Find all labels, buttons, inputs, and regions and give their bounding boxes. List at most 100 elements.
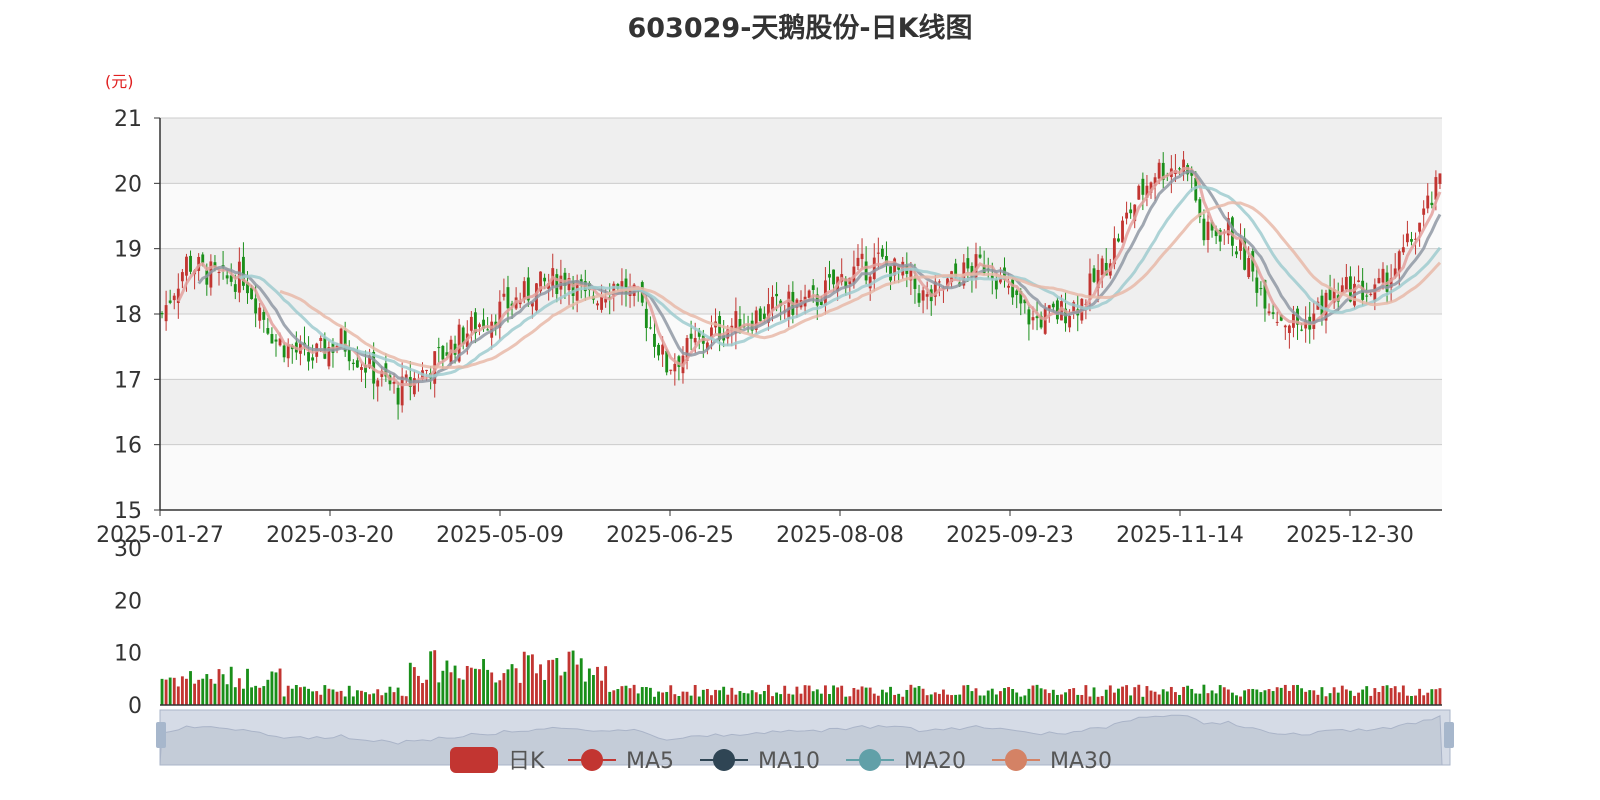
volume-bar	[1365, 686, 1369, 705]
volume-bar	[1267, 689, 1271, 705]
volume-bar	[510, 664, 514, 705]
candle-body	[1438, 173, 1442, 184]
volume-bar	[465, 665, 469, 705]
volume-bar	[360, 690, 363, 705]
volume-bar	[441, 670, 445, 705]
volume-bar	[1381, 685, 1385, 705]
legend-label: MA20	[904, 749, 966, 774]
volume-bar	[233, 687, 237, 705]
candle-body	[355, 360, 359, 368]
volume-bar	[221, 674, 225, 705]
legend-item[interactable]: MA20	[846, 749, 966, 774]
legend-label: 日K	[508, 749, 545, 774]
candle-body	[653, 333, 656, 347]
legend-item[interactable]: MA10	[700, 749, 820, 774]
volume-bar	[974, 688, 978, 705]
volume-bar	[1275, 687, 1279, 705]
volume-bar	[1377, 692, 1381, 705]
volume-bar	[1182, 686, 1185, 705]
volume-bar	[990, 688, 994, 705]
volume-bar	[1121, 686, 1124, 705]
volume-bar	[388, 686, 392, 705]
volume-bar	[771, 696, 774, 705]
volume-bar	[897, 693, 901, 705]
volume-bar	[164, 679, 168, 705]
zoom-handle-right[interactable]	[1444, 722, 1454, 748]
zoom-handle-left[interactable]	[156, 722, 166, 748]
volume-bar	[1410, 696, 1413, 705]
volume-bar	[412, 667, 416, 705]
volume-bar	[913, 687, 917, 705]
volume-bar	[815, 689, 819, 705]
volume-bar	[856, 689, 860, 705]
candle-body	[758, 308, 762, 322]
volume-bar	[1015, 692, 1019, 705]
volume-bar	[1287, 690, 1291, 705]
volume-bar	[1226, 689, 1230, 705]
candle-body	[872, 257, 876, 280]
legend-item[interactable]: MA30	[992, 749, 1112, 774]
volume-bar	[1194, 693, 1198, 705]
volume-bar	[1361, 689, 1365, 705]
volume-bar	[1328, 693, 1332, 705]
candle-body	[522, 281, 526, 300]
candle-body	[189, 255, 192, 272]
volume-bar	[1218, 685, 1222, 705]
volume-bar	[998, 691, 1002, 705]
candle-body	[1283, 325, 1287, 328]
volume-bar	[567, 651, 571, 705]
legend-item[interactable]: 日K	[450, 747, 545, 774]
volume-bar	[311, 691, 315, 705]
volume-bar	[714, 689, 717, 705]
volume-bar	[530, 654, 534, 705]
volume-bar	[1149, 690, 1153, 705]
volume-bar	[787, 693, 791, 705]
candle-body	[1267, 311, 1271, 314]
candle-body	[966, 258, 970, 269]
volume-bar	[921, 688, 925, 705]
volume-bar	[217, 669, 221, 705]
volume-bar	[608, 691, 612, 705]
volume-bar	[343, 696, 347, 705]
volume-bar	[473, 668, 477, 705]
volume-bar	[583, 681, 587, 705]
volume-bar	[575, 664, 579, 705]
candle-body	[506, 287, 510, 309]
volume-bar	[636, 693, 640, 705]
volume-tick-label: 0	[128, 694, 142, 719]
candle-body	[1092, 268, 1096, 282]
candle-body	[1426, 195, 1430, 209]
volume-bar	[1186, 685, 1190, 705]
volume-bar	[168, 677, 172, 705]
volume-bar	[970, 691, 974, 705]
volume-bar	[323, 685, 327, 705]
volume-bar	[1438, 688, 1442, 705]
volume-bar	[1397, 692, 1401, 705]
volume-bar	[779, 694, 783, 705]
volume-bar	[1263, 690, 1267, 705]
volume-bar	[986, 690, 990, 705]
volume-bar	[250, 687, 253, 705]
candle-body	[978, 254, 982, 258]
volume-bar	[1088, 696, 1092, 705]
volume-bar	[1247, 689, 1251, 705]
price-tick-label: 21	[114, 107, 142, 132]
volume-bar	[868, 687, 872, 705]
volume-bar	[799, 693, 803, 705]
volume-bar	[1349, 690, 1352, 705]
kline-chart: 1516171819202101020302025-01-27 2025-03-2…	[96, 107, 1454, 774]
candle-body	[925, 294, 929, 297]
volume-bar	[795, 686, 799, 705]
volume-bar	[457, 678, 461, 705]
volume-bar	[693, 684, 697, 705]
volume-bar	[1292, 685, 1295, 705]
volume-bar	[242, 688, 245, 705]
volume-bar	[1003, 688, 1006, 705]
volume-bar	[502, 673, 506, 705]
volume-bar	[270, 671, 274, 705]
volume-bar	[832, 685, 835, 705]
volume-bar	[1369, 695, 1373, 705]
candle-body	[1068, 316, 1072, 328]
candle-body	[282, 345, 286, 358]
candle-body	[233, 284, 237, 292]
